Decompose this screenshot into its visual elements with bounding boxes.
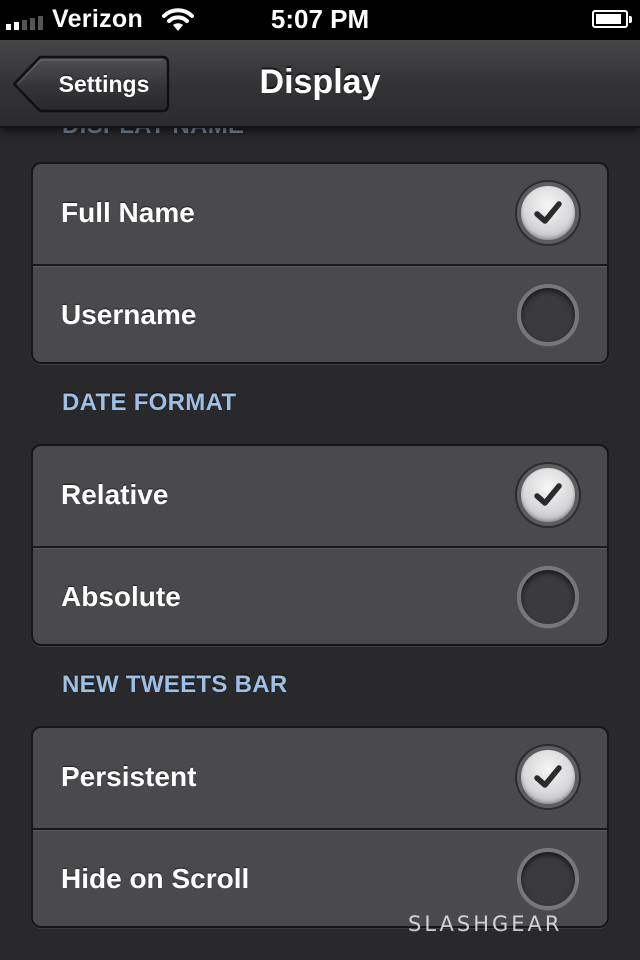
radio-persistent[interactable] <box>517 746 579 808</box>
option-label: Username <box>61 299 197 330</box>
radio-hide-on-scroll[interactable] <box>517 848 579 910</box>
section-header-new-tweets-bar: NEW TWEETS BAR <box>62 671 288 698</box>
battery-icon <box>592 10 632 28</box>
settings-content[interactable]: DISPLAY NAME Full Name Username DATE FOR… <box>0 128 640 960</box>
checkmark-icon <box>534 201 562 224</box>
status-bar: Verizon 5:07 PM <box>0 0 640 40</box>
section-header-date-format: DATE FORMAT <box>62 389 237 416</box>
option-group-new-tweets-bar: Persistent Hide on Scroll <box>31 726 609 928</box>
option-label: Persistent <box>61 761 197 792</box>
option-label: Relative <box>61 479 169 510</box>
option-row-full-name[interactable]: Full Name <box>33 164 607 264</box>
option-row-relative[interactable]: Relative <box>33 446 607 546</box>
navigation-bar: Settings Display <box>0 40 640 128</box>
watermark-logo: SLASHGEAR <box>408 912 563 936</box>
status-time: 5:07 PM <box>270 4 370 34</box>
radio-username[interactable] <box>517 284 579 346</box>
back-button-label: Settings <box>58 71 150 97</box>
battery-level <box>596 14 621 24</box>
option-label: Full Name <box>61 197 195 228</box>
section-header-display-name: DISPLAY NAME <box>62 128 244 140</box>
radio-relative[interactable] <box>517 464 579 526</box>
checkmark-icon <box>534 483 562 506</box>
radio-absolute[interactable] <box>517 566 579 628</box>
option-group-display-name: Full Name Username <box>31 162 609 364</box>
radio-full-name[interactable] <box>517 182 579 244</box>
option-group-date-format: Relative Absolute <box>31 444 609 646</box>
option-label: Hide on Scroll <box>61 863 250 894</box>
option-label: Absolute <box>61 581 181 612</box>
option-row-absolute[interactable]: Absolute <box>33 546 607 644</box>
checkmark-icon <box>534 765 562 788</box>
option-row-username[interactable]: Username <box>33 264 607 362</box>
option-row-persistent[interactable]: Persistent <box>33 728 607 828</box>
back-button-settings[interactable]: Settings <box>12 55 170 113</box>
